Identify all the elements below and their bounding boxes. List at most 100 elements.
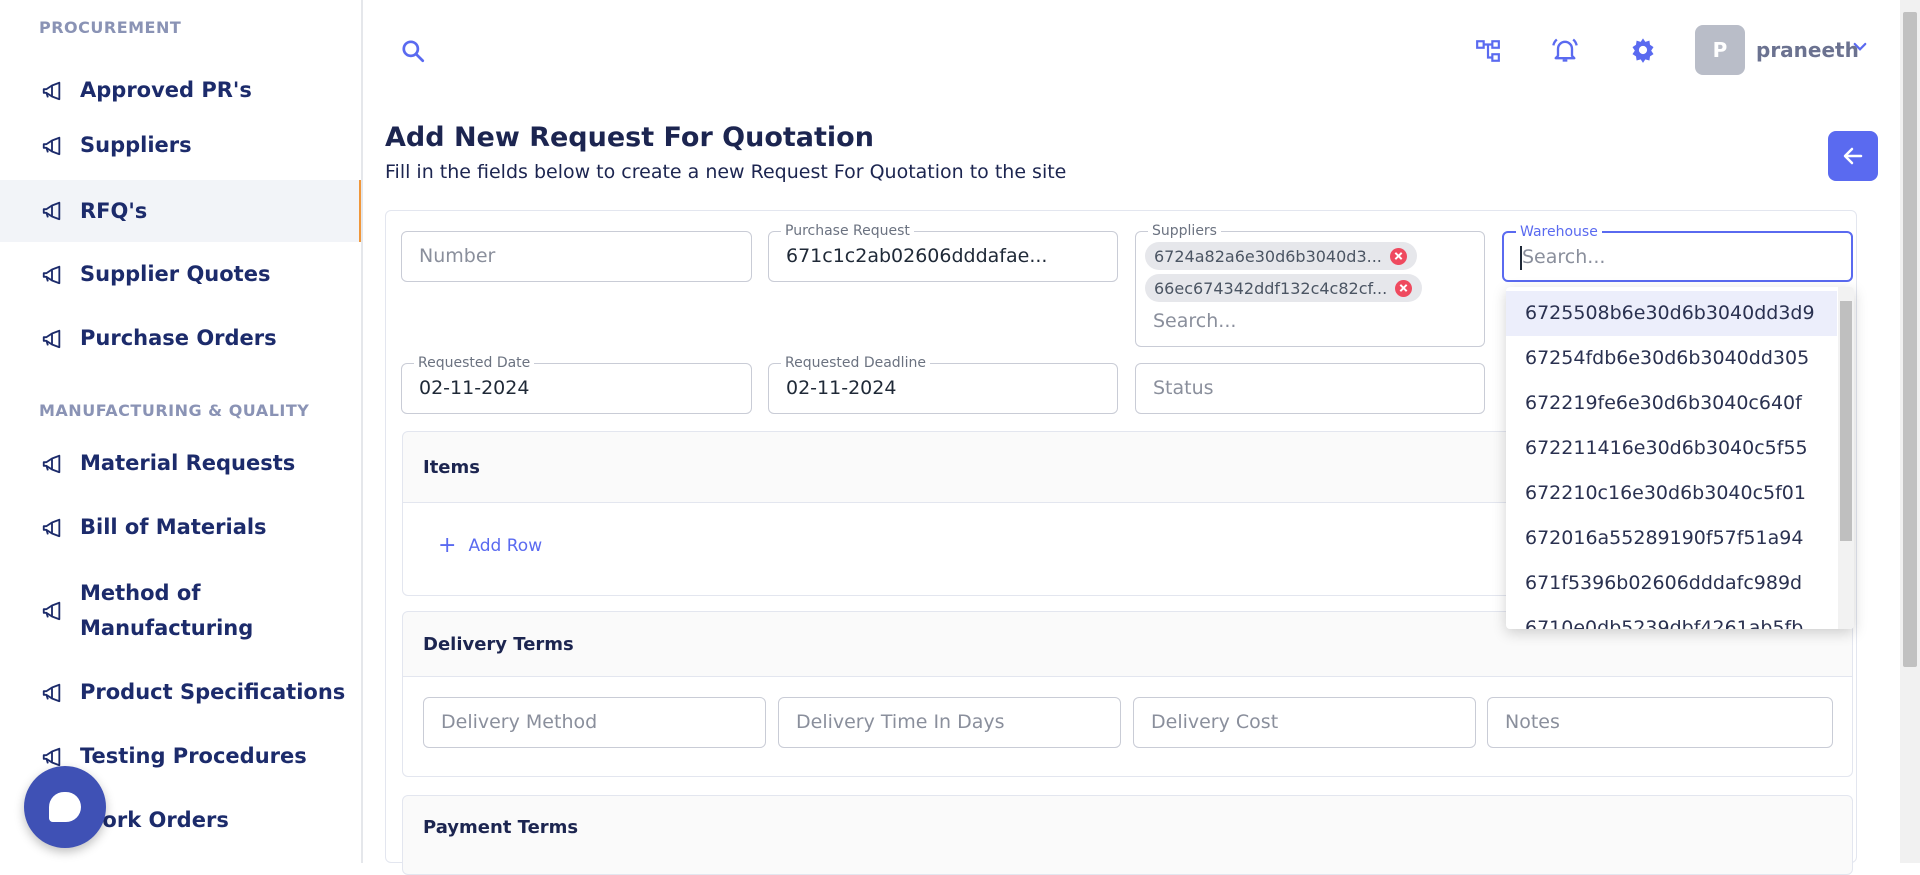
delivery-terms-body: Delivery Method Delivery Time In Days De… xyxy=(403,676,1852,776)
sidebar-item-bill-of-materials[interactable]: Bill of Materials xyxy=(0,500,361,555)
dropdown-option[interactable]: 672219fe6e30d6b3040c640f xyxy=(1506,381,1837,426)
sidebar: PROCUREMENT Approved PR's Suppliers RFQ'… xyxy=(0,0,363,863)
megaphone-icon xyxy=(42,136,61,155)
purchase-request-value: 671c1c2ab02606dddafae... xyxy=(786,245,1048,267)
warehouse-field[interactable]: Warehouse Search... xyxy=(1502,224,1853,282)
megaphone-icon xyxy=(42,81,61,100)
megaphone-icon xyxy=(42,329,61,348)
dropdown-option[interactable]: 672211416e30d6b3040c5f55 xyxy=(1506,426,1837,471)
back-button[interactable] xyxy=(1828,131,1878,181)
page-subtitle: Fill in the fields below to create a new… xyxy=(385,161,1067,183)
sidebar-item-purchase-orders[interactable]: Purchase Orders xyxy=(0,311,361,366)
chat-bubble-icon xyxy=(49,792,81,822)
sidebar-item-label: Supplier Quotes xyxy=(80,262,271,286)
megaphone-icon xyxy=(42,201,61,221)
megaphone-icon xyxy=(42,683,61,702)
sidebar-item-label: Product Specifications xyxy=(80,680,346,704)
megaphone-icon xyxy=(42,601,61,620)
items-section-title: Items xyxy=(423,457,480,478)
chat-launcher-button[interactable] xyxy=(24,766,106,848)
sidebar-item-label: Testing Procedures xyxy=(80,744,307,768)
sidebar-item-rfqs[interactable]: RFQ's xyxy=(0,180,361,242)
purchase-request-field[interactable]: Purchase Request 671c1c2ab02606dddafae..… xyxy=(768,223,1118,282)
sidebar-item-label-line2: Manufacturing xyxy=(80,615,254,640)
sidebar-item-label: Method of xyxy=(80,580,201,605)
dropdown-option[interactable]: 672016a55289190f57f51a94 xyxy=(1506,516,1837,561)
requested-deadline-label: Requested Deadline xyxy=(781,355,930,371)
megaphone-icon xyxy=(42,747,61,766)
sidebar-item-label-group: Method of Manufacturing xyxy=(80,576,253,646)
dropdown-option[interactable]: 67254fdb6e30d6b3040dd305 xyxy=(1506,336,1837,381)
remove-chip-icon[interactable] xyxy=(1395,279,1413,297)
supplier-chip: 6724a82a6e30d6b3040d3... xyxy=(1145,242,1417,270)
supplier-chip-label: 66ec674342ddf132c4c82cf... xyxy=(1154,278,1388,298)
warehouse-label: Warehouse xyxy=(1516,224,1602,240)
add-row-label: Add Row xyxy=(468,535,543,556)
page-title: Add New Request For Quotation xyxy=(385,122,874,153)
notes-placeholder: Notes xyxy=(1505,711,1560,733)
megaphone-icon xyxy=(42,454,61,473)
remove-chip-icon[interactable] xyxy=(1389,247,1407,265)
page-scrollbar-thumb[interactable] xyxy=(1903,12,1917,667)
sidebar-item-material-requests[interactable]: Material Requests xyxy=(0,436,361,491)
sidebar-item-supplier-quotes[interactable]: Supplier Quotes xyxy=(0,247,361,302)
sidebar-item-label: Purchase Orders xyxy=(80,326,277,350)
number-placeholder: Number xyxy=(419,245,496,267)
dropdown-option[interactable]: 672210c16e30d6b3040c5f01 xyxy=(1506,471,1837,516)
sidebar-item-label: Suppliers xyxy=(80,133,192,157)
delivery-cost-field[interactable]: Delivery Cost xyxy=(1133,697,1476,748)
sitemap-icon[interactable] xyxy=(1475,38,1501,64)
dropdown-option[interactable]: 671f5396b02606dddafc989d xyxy=(1506,561,1837,606)
supplier-chip: 66ec674342ddf132c4c82cf... xyxy=(1145,274,1423,302)
delivery-cost-placeholder: Delivery Cost xyxy=(1151,711,1279,733)
requested-deadline-value: 02-11-2024 xyxy=(786,377,897,399)
delivery-time-placeholder: Delivery Time In Days xyxy=(796,711,1005,733)
sidebar-item-label: RFQ's xyxy=(80,198,148,223)
plus-icon: + xyxy=(438,533,457,558)
dropdown-option[interactable]: 6725508b6e30d6b3040dd3d9 xyxy=(1506,291,1837,336)
suppliers-label: Suppliers xyxy=(1148,223,1221,239)
payment-terms-section: Payment Terms xyxy=(402,795,1853,875)
dropdown-scrollbar-thumb[interactable] xyxy=(1840,301,1852,541)
status-placeholder: Status xyxy=(1153,377,1214,399)
section-title-procurement: PROCUREMENT xyxy=(39,18,182,37)
number-field[interactable]: Number xyxy=(401,231,752,282)
gear-icon[interactable] xyxy=(1629,36,1657,64)
delivery-method-field[interactable]: Delivery Method xyxy=(423,697,766,748)
arrow-left-icon xyxy=(1843,147,1863,165)
status-field[interactable]: Status xyxy=(1135,363,1485,414)
requested-date-value: 02-11-2024 xyxy=(419,377,530,399)
delivery-terms-section: Delivery Terms Delivery Method Delivery … xyxy=(402,611,1853,777)
suppliers-search-input[interactable]: Search... xyxy=(1153,310,1236,332)
purchase-request-label: Purchase Request xyxy=(781,223,914,239)
megaphone-icon xyxy=(42,518,61,537)
sidebar-item-label: Approved PR's xyxy=(80,78,252,102)
add-row-button[interactable]: + Add Row xyxy=(438,533,542,558)
chevron-down-icon[interactable] xyxy=(1851,38,1869,56)
requested-date-label: Requested Date xyxy=(414,355,535,371)
search-icon[interactable] xyxy=(400,38,426,64)
payment-terms-title: Payment Terms xyxy=(423,817,579,838)
requested-date-field[interactable]: Requested Date 02-11-2024 xyxy=(401,355,752,414)
sidebar-item-label: Material Requests xyxy=(80,451,296,475)
delivery-time-field[interactable]: Delivery Time In Days xyxy=(778,697,1121,748)
main-content: P praneeth Add New Request For Quotation… xyxy=(365,0,1900,875)
megaphone-icon xyxy=(42,265,61,284)
username[interactable]: praneeth xyxy=(1756,38,1859,62)
warehouse-search-input[interactable]: Search... xyxy=(1522,246,1605,268)
bell-icon[interactable] xyxy=(1551,36,1579,64)
sidebar-item-label: Bill of Materials xyxy=(80,515,267,539)
dropdown-option[interactable]: 6710e0db5239dbf4261ab5fb xyxy=(1506,606,1837,629)
suppliers-field[interactable]: Suppliers 6724a82a6e30d6b3040d3... 66ec6… xyxy=(1135,223,1485,347)
notes-field[interactable]: Notes xyxy=(1487,697,1833,748)
delivery-terms-title: Delivery Terms xyxy=(423,634,574,655)
sidebar-item-approved-prs[interactable]: Approved PR's xyxy=(0,63,361,118)
requested-deadline-field[interactable]: Requested Deadline 02-11-2024 xyxy=(768,355,1118,414)
warehouse-dropdown: 6725508b6e30d6b3040dd3d9 67254fdb6e30d6b… xyxy=(1506,287,1854,629)
section-title-manufacturing: MANUFACTURING & QUALITY xyxy=(39,401,310,420)
sidebar-item-product-specifications[interactable]: Product Specifications xyxy=(0,665,361,720)
sidebar-item-method-of-manufacturing[interactable]: Method of Manufacturing xyxy=(0,573,361,648)
sidebar-item-suppliers[interactable]: Suppliers xyxy=(0,118,361,173)
avatar[interactable]: P xyxy=(1695,25,1745,75)
delivery-method-placeholder: Delivery Method xyxy=(441,711,598,733)
